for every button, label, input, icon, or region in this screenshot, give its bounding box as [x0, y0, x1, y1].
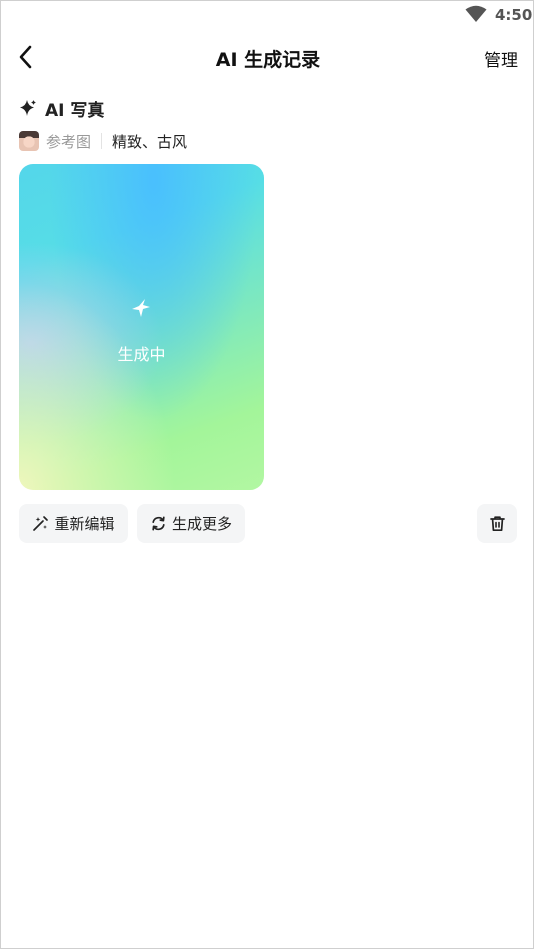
edit-wand-icon [33, 516, 49, 531]
page-title: AI 生成记录 [215, 49, 321, 71]
section-title: AI 写真 [45, 100, 105, 121]
style-tags: 精致、古风 [112, 132, 188, 151]
trash-icon [489, 516, 505, 532]
refresh-icon [152, 516, 165, 531]
generate-more-label: 生成更多 [171, 515, 232, 533]
star-icon [132, 299, 150, 317]
divider [101, 133, 103, 149]
manage-button[interactable]: 管理 [484, 46, 518, 71]
reference-label: 参考图 [46, 132, 92, 151]
delete-button[interactable] [477, 504, 517, 543]
wifi-icon [465, 5, 487, 22]
header-bar: AI 生成记录 管理 [1, 37, 534, 77]
app-screen: 4:50 AI 生成记录 管理 AI 写真 参考图 精致、古风 生成中 重新编辑… [0, 0, 534, 949]
status-bar: 4:50 [1, 1, 534, 29]
status-time: 4:50 [495, 6, 533, 24]
sparkle-icon [20, 100, 36, 116]
reedit-label: 重新编辑 [54, 515, 115, 533]
reference-thumbnail[interactable] [19, 131, 39, 151]
section-header: AI 写真 [19, 97, 105, 121]
generation-status: 生成中 [117, 345, 166, 364]
reference-row: 参考图 精致、古风 [19, 130, 187, 152]
generate-more-button[interactable]: 生成更多 [137, 504, 245, 543]
reedit-button[interactable]: 重新编辑 [19, 504, 128, 543]
generation-card[interactable]: 生成中 [19, 164, 264, 490]
